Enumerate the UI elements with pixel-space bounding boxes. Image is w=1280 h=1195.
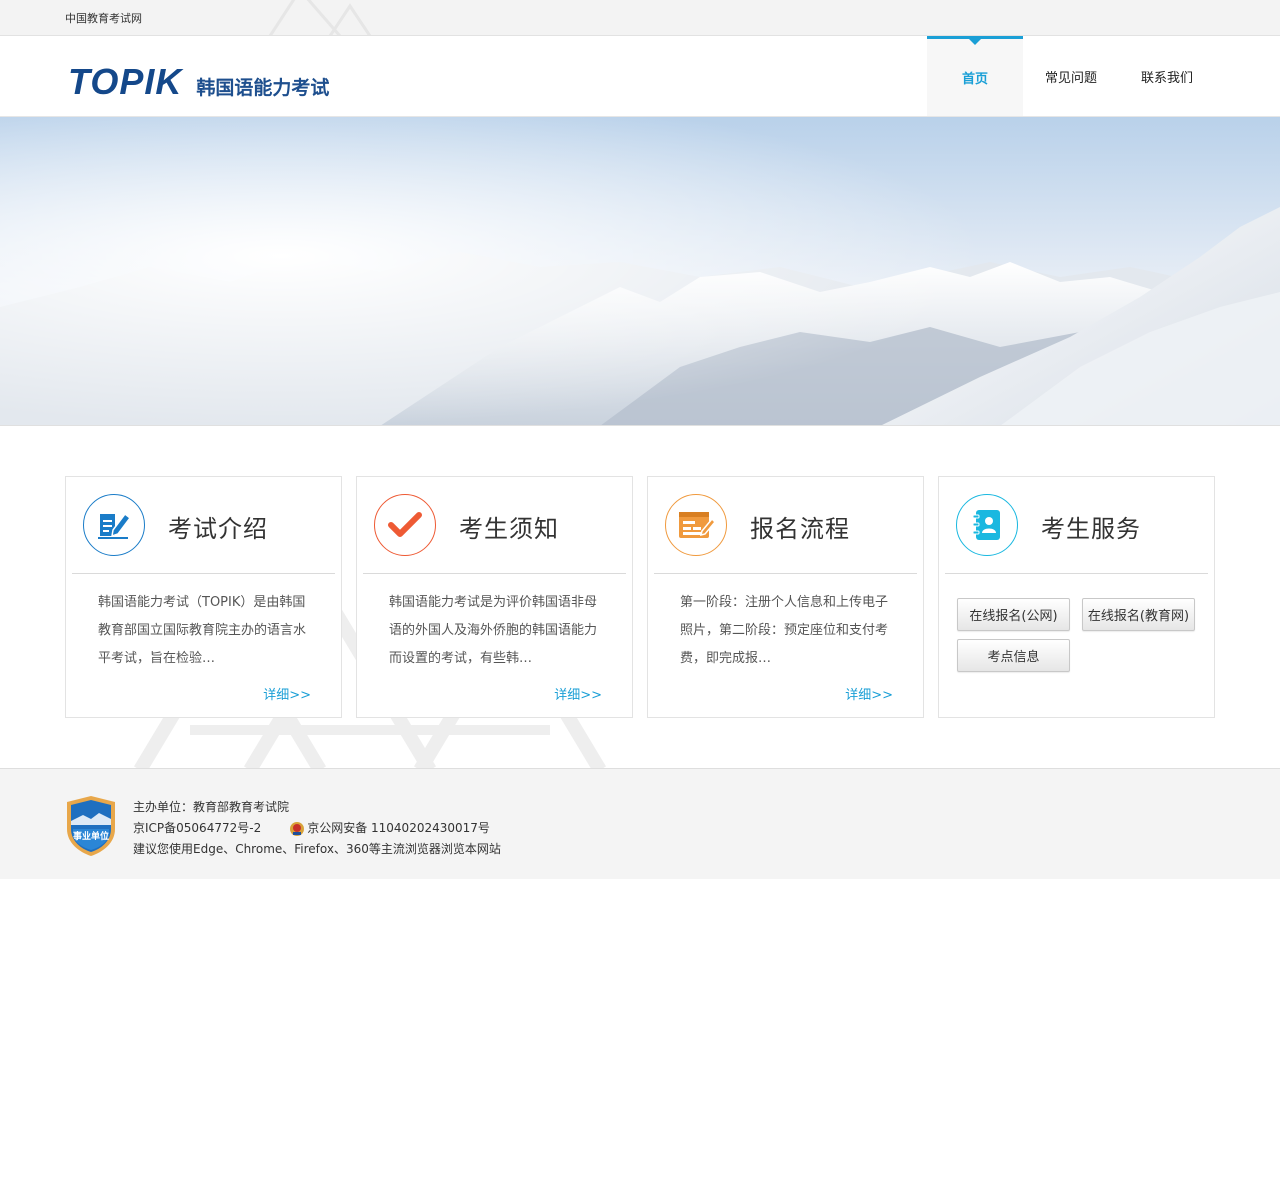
- footer: 事业单位 主办单位：教育部教育考试院 京ICP备05064772号-2 京公网安…: [0, 768, 1280, 879]
- card-candidate-notice: 考生须知 韩国语能力考试是为评价韩国语非母语的外国人及海外侨胞的韩国语能力而设置…: [356, 476, 633, 718]
- card-title: 报名流程: [750, 515, 850, 543]
- badge-text: 事业单位: [73, 830, 109, 842]
- card-candidate-services: 考生服务 在线报名(公网) 在线报名(教育网) 考点信息: [938, 476, 1215, 718]
- card-registration-process: 报名流程 第一阶段：注册个人信息和上传电子照片，第二阶段：预定座位和支付考费，即…: [647, 476, 924, 718]
- card-title: 考生须知: [459, 515, 559, 543]
- police-record[interactable]: 京公网安备 11040202430017号: [289, 818, 490, 839]
- online-registration-public-button[interactable]: 在线报名(公网): [957, 598, 1070, 631]
- checkmark-icon: [388, 512, 422, 537]
- card-title: 考生服务: [1041, 515, 1141, 543]
- card-icon-circle: [83, 494, 145, 556]
- card-icon-circle: [665, 494, 727, 556]
- card-header: 报名流程: [654, 477, 917, 574]
- card-header: 考生须知: [363, 477, 626, 574]
- card-summary: 韩国语能力考试是为评价韩国语非母语的外国人及海外侨胞的韩国语能力而设置的考试，有…: [389, 595, 598, 666]
- nav-faq[interactable]: 常见问题: [1023, 36, 1119, 116]
- online-registration-edu-button[interactable]: 在线报名(教育网): [1082, 598, 1195, 631]
- header: TOPIK 韩国语能力考试 首页 常见问题 联系我们: [0, 36, 1280, 117]
- test-center-info-button[interactable]: 考点信息: [957, 639, 1070, 672]
- footer-info: 主办单位：教育部教育考试院 京ICP备05064772号-2 京公网安备 110…: [133, 797, 501, 860]
- site-link[interactable]: 中国教育考试网: [65, 10, 142, 26]
- card-header: 考试介绍: [72, 477, 335, 574]
- shield-badge-icon: 事业单位: [67, 796, 115, 856]
- logo-name: 韩国语能力考试: [196, 77, 330, 99]
- public-institution-badge[interactable]: 事业单位: [65, 795, 117, 861]
- feature-cards: 考试介绍 韩国语能力考试（TOPIK）是由韩国教育部国立国际教育院主办的语言水平…: [65, 476, 1215, 718]
- card-icon-circle: [374, 494, 436, 556]
- nav-home[interactable]: 首页: [927, 36, 1023, 116]
- card-more-link[interactable]: 详细>>: [554, 684, 602, 703]
- police-record-link: 京公网安备 11040202430017号: [307, 821, 490, 835]
- nav-contact[interactable]: 联系我们: [1119, 36, 1215, 116]
- police-emblem-icon: [290, 821, 305, 836]
- footer-host: 主办单位：教育部教育考试院: [133, 800, 290, 814]
- card-summary: 韩国语能力考试（TOPIK）是由韩国教育部国立国际教育院主办的语言水平考试，旨在…: [98, 595, 307, 666]
- icp-record-link[interactable]: 京ICP备05064772号-2: [133, 818, 261, 839]
- logo-mark: TOPIK: [68, 61, 183, 102]
- form-edit-icon: [679, 512, 716, 538]
- card-exam-intro: 考试介绍 韩国语能力考试（TOPIK）是由韩国教育部国立国际教育院主办的语言水平…: [65, 476, 342, 718]
- decorative-mountain-outline: [268, 0, 372, 35]
- card-title: 考试介绍: [168, 515, 268, 543]
- document-edit-icon: [98, 512, 132, 539]
- card-summary: 第一阶段：注册个人信息和上传电子照片，第二阶段：预定座位和支付考费，即完成报…: [680, 595, 889, 666]
- snowy-mountain-image: [0, 117, 1280, 425]
- address-book-icon: [972, 510, 1000, 540]
- browser-tip: 建议您使用Edge、Chrome、Firefox、360等主流浏览器浏览本网站: [133, 842, 501, 856]
- site-logo[interactable]: TOPIK 韩国语能力考试: [68, 62, 329, 102]
- card-header: 考生服务: [945, 477, 1208, 574]
- card-icon-circle: [956, 494, 1018, 556]
- card-more-link[interactable]: 详细>>: [263, 684, 311, 703]
- main-nav: 首页 常见问题 联系我们: [927, 36, 1215, 116]
- footer-record-row: 京ICP备05064772号-2 京公网安备 11040202430017号: [133, 818, 501, 839]
- card-more-link[interactable]: 详细>>: [845, 684, 893, 703]
- hero-banner: [0, 117, 1280, 426]
- top-bar: 中国教育考试网: [0, 0, 1280, 36]
